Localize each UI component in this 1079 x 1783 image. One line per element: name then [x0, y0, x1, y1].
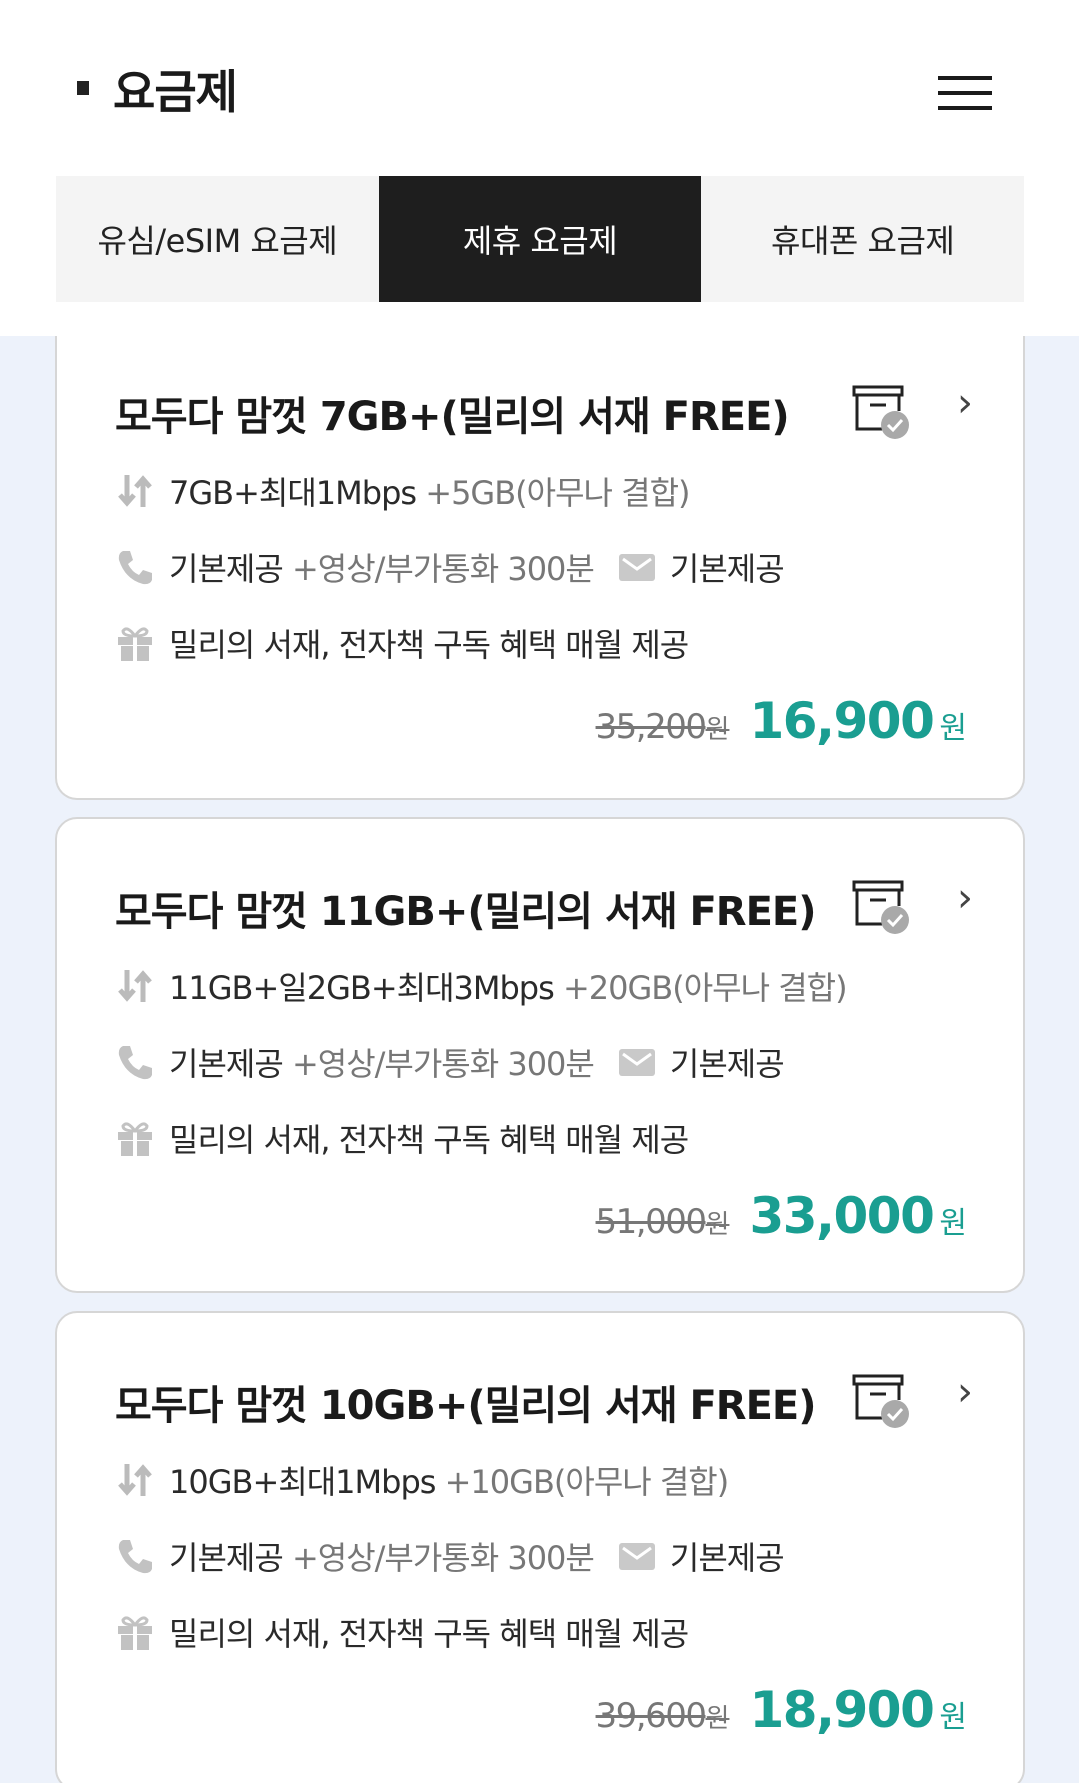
compare-box-icon[interactable] [852, 878, 912, 936]
message-icon [618, 1543, 655, 1570]
chevron-right-icon[interactable]: › [957, 380, 973, 426]
price-area: 51,000 원 33,000 원 [596, 1187, 967, 1245]
data-bonus: +10GB(아무나 결합) [444, 1463, 730, 1501]
chevron-right-icon[interactable]: › [957, 1369, 973, 1415]
gift-icon [118, 627, 152, 661]
benefit-row: 밀리의 서재, 전자책 구독 혜택 매월 제공 [115, 1115, 689, 1161]
tab-partner[interactable]: 제휴 요금제 [378, 176, 702, 302]
data-allowance: 11GB+일2GB+최대3Mbps [169, 969, 555, 1007]
data-bonus: +5GB(아무나 결합) [425, 474, 690, 512]
voice-allowance: 기본제공 [169, 1045, 284, 1083]
message-icon [618, 1049, 655, 1076]
benefit-row: 밀리의 서재, 전자책 구독 혜택 매월 제공 [115, 620, 689, 666]
sale-price: 16,900 [749, 692, 934, 750]
data-allowance: 10GB+최대1Mbps [169, 1463, 436, 1501]
data-transfer-icon [118, 970, 152, 1002]
plan-card[interactable]: 모두다 맘껏 10GB+(밀리의 서재 FREE) › 10GB+최대1Mbps… [55, 1311, 1025, 1783]
original-price: 51,000 [595, 1202, 707, 1242]
data-row: 7GB+최대1Mbps +5GB(아무나 결합) [115, 468, 691, 514]
voice-allowance: 기본제공 [169, 1539, 284, 1577]
page-title: 요금제 [113, 65, 238, 119]
chevron-right-icon[interactable]: › [957, 875, 973, 921]
benefit-row: 밀리의 서재, 전자책 구독 혜택 매월 제공 [115, 1609, 689, 1655]
data-row: 11GB+일2GB+최대3Mbps +20GB(아무나 결합) [115, 963, 848, 1009]
tab-phone[interactable]: 휴대폰 요금제 [701, 176, 1024, 302]
data-row: 10GB+최대1Mbps +10GB(아무나 결합) [115, 1457, 730, 1503]
phone-icon [118, 1540, 152, 1574]
original-price-currency: 원 [705, 715, 730, 745]
sms-allowance: 기본제공 [669, 1045, 785, 1083]
gift-icon [118, 1616, 152, 1650]
data-allowance: 7GB+최대1Mbps [169, 474, 417, 512]
voice-bonus: +영상/부가통화 300분 [291, 550, 595, 588]
data-bonus: +20GB(아무나 결합) [562, 969, 848, 1007]
tab-usim-esim[interactable]: 유심/eSIM 요금제 [56, 176, 379, 302]
plan-tabs: 유심/eSIM 요금제 제휴 요금제 휴대폰 요금제 [56, 176, 1024, 302]
sale-price-currency: 원 [939, 1700, 967, 1735]
original-price: 35,200 [595, 707, 707, 747]
phone-icon [118, 551, 152, 585]
sale-price: 18,900 [749, 1681, 934, 1739]
data-transfer-icon [118, 1464, 152, 1496]
sms-allowance: 기본제공 [669, 1539, 785, 1577]
benefit-text: 밀리의 서재, 전자책 구독 혜택 매월 제공 [169, 1615, 689, 1653]
price-area: 39,600 원 18,900 원 [596, 1681, 967, 1739]
voice-row: 기본제공 +영상/부가통화 300분 기본제공 [115, 1039, 785, 1085]
message-icon [618, 554, 655, 581]
voice-bonus: +영상/부가통화 300분 [291, 1539, 595, 1577]
voice-bonus: +영상/부가통화 300분 [291, 1045, 595, 1083]
plan-card[interactable]: 모두다 맘껏 11GB+(밀리의 서재 FREE) › 11GB+일2GB+최대… [55, 817, 1025, 1293]
plan-name: 모두다 맘껏 10GB+(밀리의 서재 FREE) [115, 1383, 817, 1429]
sale-price-currency: 원 [939, 711, 967, 746]
voice-row: 기본제공 +영상/부가통화 300분 기본제공 [115, 1533, 785, 1579]
header-area: 요금제 유심/eSIM 요금제 제휴 요금제 휴대폰 요금제 [0, 0, 1079, 336]
benefit-text: 밀리의 서재, 전자책 구독 혜택 매월 제공 [169, 1121, 689, 1159]
plan-name: 모두다 맘껏 7GB+(밀리의 서재 FREE) [115, 394, 790, 440]
plan-name: 모두다 맘껏 11GB+(밀리의 서재 FREE) [115, 889, 817, 935]
original-price: 39,600 [595, 1696, 707, 1736]
sale-price-currency: 원 [939, 1206, 967, 1241]
phone-icon [118, 1046, 152, 1080]
plan-card[interactable]: 모두다 맘껏 7GB+(밀리의 서재 FREE) › 7GB+최대1Mbps +… [55, 336, 1025, 800]
original-price-currency: 원 [705, 1210, 730, 1240]
gift-icon [118, 1122, 152, 1156]
title-bullet [77, 81, 89, 95]
sms-allowance: 기본제공 [669, 550, 785, 588]
voice-allowance: 기본제공 [169, 550, 284, 588]
benefit-text: 밀리의 서재, 전자책 구독 혜택 매월 제공 [169, 626, 689, 664]
original-price-currency: 원 [705, 1704, 730, 1734]
price-area: 35,200 원 16,900 원 [596, 692, 967, 750]
data-transfer-icon [118, 475, 152, 507]
sale-price: 33,000 [749, 1187, 934, 1245]
compare-box-icon[interactable] [852, 383, 912, 441]
hamburger-menu-icon[interactable] [935, 70, 995, 116]
compare-box-icon[interactable] [852, 1372, 912, 1430]
voice-row: 기본제공 +영상/부가통화 300분 기본제공 [115, 544, 785, 590]
